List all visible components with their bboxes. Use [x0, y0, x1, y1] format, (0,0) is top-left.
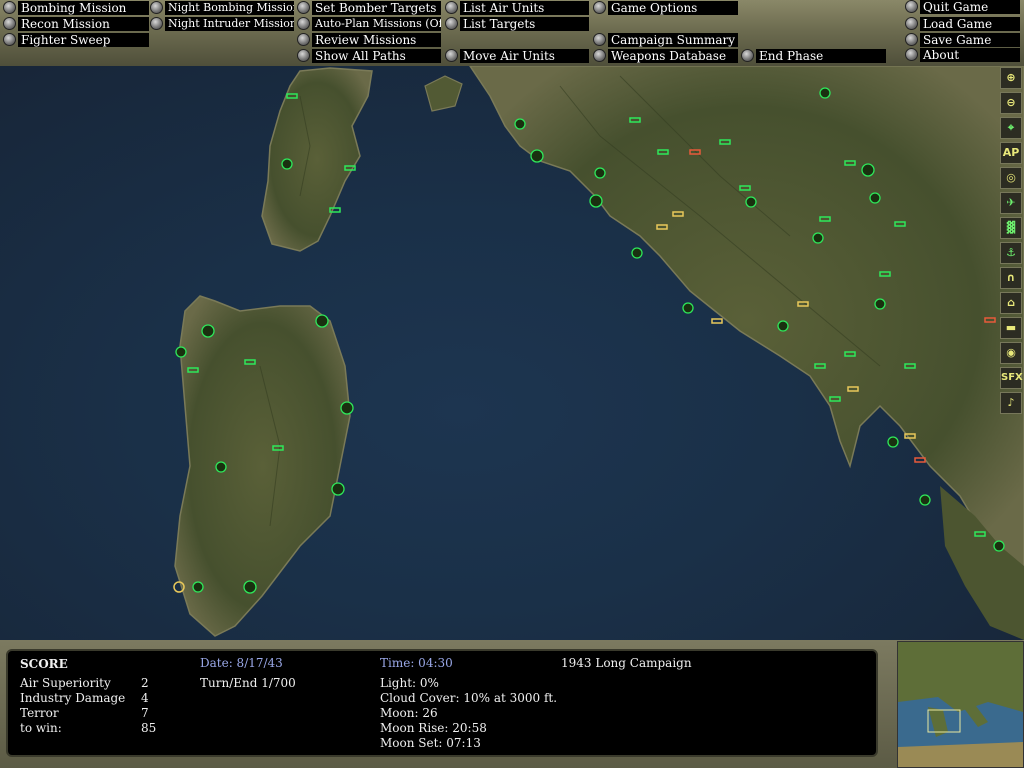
status-panel: SCORE Air Superiority 2 Industry Damage … [6, 649, 878, 757]
radio-bullet-icon [3, 1, 16, 14]
aircraft-button[interactable]: ✈ [1000, 192, 1022, 214]
light-label: Light: 0% [380, 676, 439, 690]
moon-label: Moon: 26 [380, 706, 438, 720]
radio-bullet-icon [741, 49, 754, 62]
radio-bullet-icon [905, 0, 918, 13]
score-label: Terror [20, 706, 59, 720]
zoom-out-icon: ⊖ [1006, 96, 1016, 109]
ap-button[interactable]: AP [1000, 142, 1022, 164]
radio-bullet-icon [905, 48, 918, 61]
zoom-in-button[interactable]: ⊕ [1000, 67, 1022, 89]
italy-mainland [469, 66, 1024, 578]
turn-label: Turn/End 1/700 [200, 676, 296, 690]
zoom-out-button[interactable]: ⊖ [1000, 92, 1022, 114]
score-label: Air Superiority [20, 676, 111, 690]
campaign-name: 1943 Long Campaign [561, 656, 692, 670]
radar-icon: ◉ [1006, 346, 1016, 359]
bridge-icon: ∩ [1006, 271, 1016, 284]
minimap-terrain [898, 642, 1023, 767]
radio-bullet-icon [445, 49, 458, 62]
bridge-button[interactable]: ∩ [1000, 267, 1022, 289]
moon-rise-label: Moon Rise: 20:58 [380, 721, 487, 735]
date-label: Date: 8/17/43 [200, 656, 283, 670]
score-value: 7 [141, 706, 149, 720]
sfx-button[interactable]: SFX [1000, 367, 1023, 389]
radar-button[interactable]: ◉ [1000, 342, 1022, 364]
menu-bar: Bombing Mission Recon Mission Fighter Sw… [0, 0, 1024, 66]
radio-bullet-icon [593, 49, 606, 62]
radio-bullet-icon [593, 1, 606, 14]
campaign-map[interactable] [0, 66, 1024, 640]
cloud-cover-label: Cloud Cover: 10% at 3000 ft. [380, 691, 558, 705]
zoom-in-icon: ⊕ [1006, 71, 1016, 84]
score-value: 4 [141, 691, 149, 705]
radio-bullet-icon [3, 33, 16, 46]
target-button[interactable]: ⌖ [1000, 117, 1022, 139]
radio-bullet-icon [905, 17, 918, 30]
radio-bullet-icon [297, 33, 310, 46]
sardinia-island [174, 295, 351, 637]
corsica-island [261, 67, 373, 252]
building-button[interactable]: ⌂ [1000, 292, 1022, 314]
score-value: 85 [141, 721, 157, 735]
compass-button[interactable]: ◎ [1000, 167, 1022, 189]
radio-bullet-icon [445, 1, 458, 14]
score-heading: SCORE [20, 657, 68, 671]
radio-bullet-icon [150, 1, 163, 14]
aircraft-icon: ✈ [1006, 196, 1016, 209]
compass-icon: ◎ [1006, 171, 1016, 184]
radio-bullet-icon [297, 1, 310, 14]
factory-button[interactable]: ▓ [1000, 217, 1022, 239]
radio-bullet-icon [445, 17, 458, 30]
anchor-button[interactable]: ⚓ [1000, 242, 1022, 264]
moon-set-label: Moon Set: 07:13 [380, 736, 481, 750]
minimap[interactable] [897, 641, 1024, 768]
anchor-icon: ⚓ [1006, 246, 1016, 259]
elba-island [424, 75, 463, 112]
radio-bullet-icon [297, 49, 310, 62]
factory-icon: ▓ [1006, 221, 1016, 234]
building-icon: ⌂ [1007, 296, 1015, 309]
radio-bullet-icon [297, 17, 310, 30]
map-terrain [174, 66, 1024, 640]
score-value: 2 [141, 676, 149, 690]
crosshair-icon: ⌖ [1007, 121, 1015, 134]
ship-button[interactable]: ▬ [1000, 317, 1022, 339]
score-label: to win: [20, 721, 62, 735]
music-button[interactable]: ♪ [1000, 392, 1022, 414]
ship-icon: ▬ [1005, 321, 1017, 334]
radio-bullet-icon [150, 17, 163, 30]
music-note-icon: ♪ [1007, 396, 1015, 409]
score-label: Industry Damage [20, 691, 126, 705]
radio-bullet-icon [593, 33, 606, 46]
radio-bullet-icon [905, 33, 918, 46]
time-label: Time: 04:30 [380, 656, 453, 670]
radio-bullet-icon [3, 17, 16, 30]
